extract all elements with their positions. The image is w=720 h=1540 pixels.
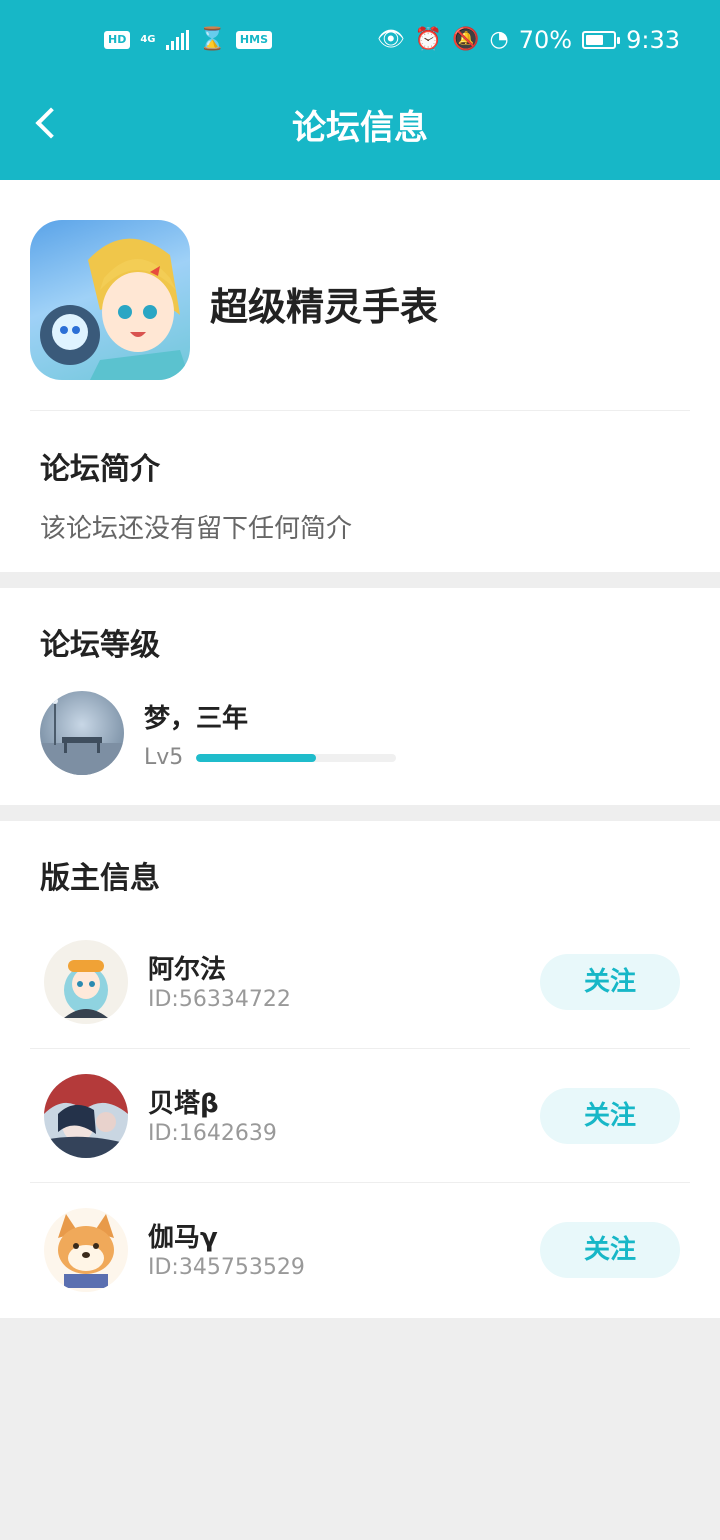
level-section-title: 论坛等级 bbox=[40, 628, 160, 663]
hms-badge: HMS bbox=[235, 31, 272, 49]
avatar[interactable] bbox=[44, 1208, 128, 1292]
list-item: 伽马γ ID:345753529 关注 bbox=[0, 1183, 720, 1317]
signal-icon bbox=[165, 30, 189, 50]
status-right: 👁 ⏰ 🔕 ◔ 70% 9:33 bbox=[377, 26, 680, 54]
moderator-name: 贝塔β bbox=[148, 1089, 219, 1119]
moderator-name: 伽马γ bbox=[148, 1223, 218, 1253]
follow-button[interactable]: 关注 bbox=[540, 1088, 680, 1144]
divider bbox=[30, 410, 690, 411]
avatar[interactable] bbox=[44, 940, 128, 1024]
forum-info-card: 超级精灵手表 论坛简介 该论坛还没有留下任何简介 bbox=[0, 180, 720, 572]
forum-name: 超级精灵手表 bbox=[210, 285, 439, 329]
level-progress bbox=[196, 754, 396, 762]
network-type: 4G bbox=[140, 34, 156, 45]
battery-fill bbox=[586, 35, 604, 45]
list-item: 阿尔法 ID:56334722 关注 bbox=[0, 915, 720, 1049]
moderators-section-title: 版主信息 bbox=[40, 861, 160, 896]
speed-icon: ◔ bbox=[489, 27, 509, 52]
moderator-id: ID:1642639 bbox=[148, 1121, 277, 1146]
alarm-icon: ⏰ bbox=[414, 27, 443, 52]
status-bar: HD 4G ⌛ HMS 👁 ⏰ 🔕 ◔ 70% 9:33 bbox=[0, 0, 720, 84]
avatar[interactable] bbox=[40, 691, 124, 775]
forum-level-card: 论坛等级 梦，三年 Lv5 bbox=[0, 588, 720, 805]
top-bar: HD 4G ⌛ HMS 👁 ⏰ 🔕 ◔ 70% 9:33 论坛信息 bbox=[0, 0, 720, 180]
page-title: 论坛信息 bbox=[292, 108, 428, 148]
hd-badge: HD bbox=[104, 31, 131, 49]
bell-off-icon: 🔕 bbox=[452, 27, 480, 52]
follow-button[interactable]: 关注 bbox=[540, 954, 680, 1010]
forum-icon bbox=[30, 220, 190, 380]
intro-section-title: 论坛简介 bbox=[40, 452, 160, 487]
hourglass-icon: ⌛ bbox=[198, 27, 226, 52]
level-label: Lv5 bbox=[144, 745, 184, 770]
moderator-name: 阿尔法 bbox=[148, 955, 227, 985]
moderator-id: ID:56334722 bbox=[148, 987, 291, 1012]
level-user-name: 梦，三年 bbox=[144, 704, 249, 734]
status-left: HD 4G ⌛ HMS bbox=[104, 28, 272, 52]
eye-icon: 👁 bbox=[376, 27, 405, 52]
moderators-card: 版主信息 阿尔法 ID:56334722 关注 贝塔β ID:1642639 关… bbox=[0, 821, 720, 1318]
level-progress-fill bbox=[196, 754, 316, 762]
battery-icon bbox=[582, 31, 621, 49]
list-item: 贝塔β ID:1642639 关注 bbox=[0, 1049, 720, 1183]
intro-text: 该论坛还没有留下任何简介 bbox=[40, 514, 353, 544]
follow-button[interactable]: 关注 bbox=[540, 1222, 680, 1278]
moderator-id: ID:345753529 bbox=[148, 1255, 305, 1280]
avatar[interactable] bbox=[44, 1074, 128, 1158]
battery-percent: 70% bbox=[518, 26, 573, 54]
clock: 9:33 bbox=[626, 26, 680, 54]
